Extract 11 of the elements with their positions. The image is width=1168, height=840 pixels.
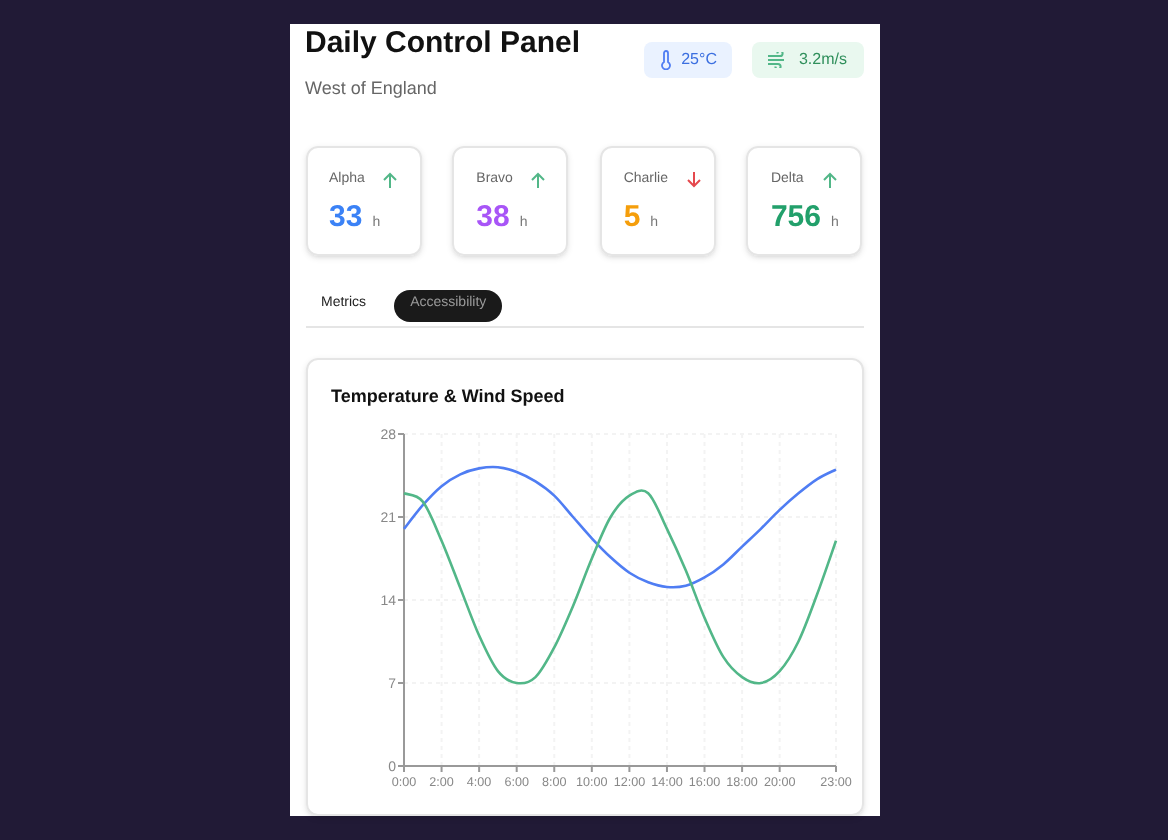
page-title: Daily Control Panel: [305, 24, 581, 64]
location-subtitle: West of England: [305, 76, 439, 102]
temperature-badge: 25°C: [643, 42, 733, 78]
stat-value: 5: [623, 198, 641, 238]
wind-icon: [768, 52, 789, 68]
stat-value: 756: [770, 198, 821, 238]
stat-value: 33: [329, 198, 363, 238]
thermometer-icon: [659, 50, 672, 70]
wind-badge: 3.2m/s: [752, 42, 863, 78]
chart-title: Temperature & Wind Speed: [331, 383, 567, 410]
stat-value: 38: [476, 198, 510, 238]
